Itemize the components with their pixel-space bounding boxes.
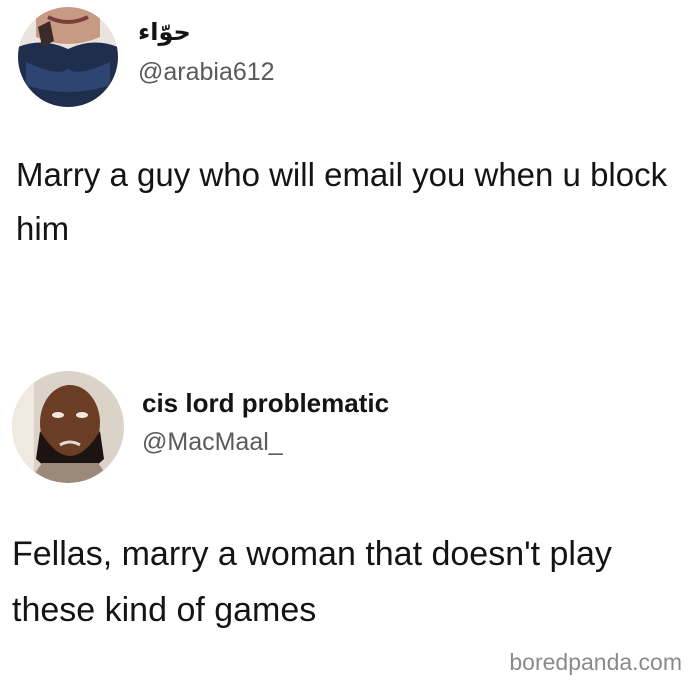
display-name[interactable]: حوّاء (138, 18, 191, 47)
avatar-photo (18, 7, 118, 107)
user-handle[interactable]: @MacMaal_ (142, 428, 283, 457)
user-handle[interactable]: @arabia612 (138, 58, 275, 87)
avatar[interactable] (18, 7, 118, 107)
watermark: boredpanda.com (509, 649, 682, 675)
tweet-text: Marry a guy who will email you when u bl… (16, 156, 668, 247)
display-name[interactable]: cis lord problematic (142, 388, 389, 419)
avatar[interactable] (12, 371, 124, 483)
avatar-photo (12, 371, 124, 483)
tweet-text: Fellas, marry a woman that doesn't play … (12, 535, 612, 629)
